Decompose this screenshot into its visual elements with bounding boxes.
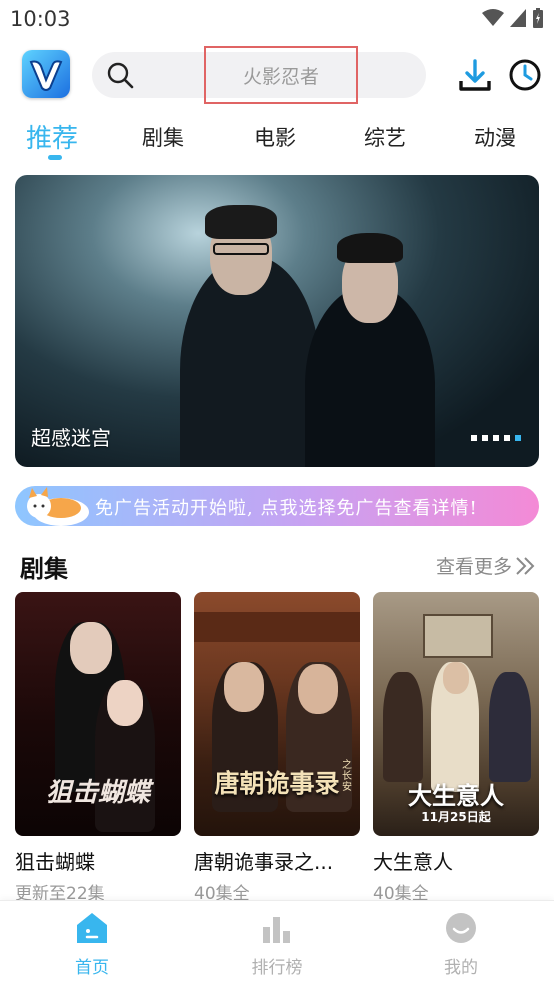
featured-banner[interactable]: 超感迷宫 <box>15 175 539 467</box>
search-input[interactable]: 火影忍者 <box>204 46 358 104</box>
wifi-icon <box>482 9 504 26</box>
view-more-label: 查看更多 <box>435 556 512 578</box>
banner-glasses <box>213 243 269 255</box>
banner-pagination <box>471 435 521 441</box>
banner-hair-right <box>337 233 403 263</box>
download-icon[interactable] <box>458 58 492 92</box>
poster-face <box>70 622 112 674</box>
poster-sign <box>423 614 493 658</box>
banner-title: 超感迷宫 <box>31 426 111 450</box>
tab-indicator <box>48 155 62 160</box>
banner-dot[interactable] <box>471 435 477 441</box>
poster-title: 唐朝诡事录 <box>214 769 340 798</box>
poster-face <box>298 664 338 714</box>
tab-recommend[interactable]: 推荐 <box>26 118 78 155</box>
nav-profile[interactable]: 我的 <box>401 911 521 978</box>
tab-movies[interactable]: 电影 <box>254 122 296 152</box>
series-card[interactable]: 唐朝诡事录 之长安 唐朝诡事录之... 40集全 <box>194 592 360 904</box>
status-time: 10:03 <box>10 7 71 31</box>
nav-home-label: 首页 <box>75 958 109 978</box>
series-poster[interactable]: 唐朝诡事录 之长安 <box>194 592 360 836</box>
tab-anime[interactable]: 动漫 <box>474 122 516 152</box>
card-title: 唐朝诡事录之... <box>194 850 334 874</box>
poster-figure <box>383 672 423 782</box>
search-icon <box>107 62 134 89</box>
view-more-link[interactable]: 查看更多 <box>436 552 536 579</box>
series-card[interactable]: 大生意人 11月25日起 大生意人 40集全 <box>373 592 539 904</box>
battery-icon <box>533 8 543 28</box>
logo-v-icon <box>29 60 63 91</box>
profile-icon <box>446 913 476 943</box>
banner-hair-left <box>205 205 277 239</box>
tab-variety[interactable]: 综艺 <box>364 122 406 152</box>
poster-figure <box>489 672 531 782</box>
ad-free-promo-banner[interactable]: 免广告活动开始啦, 点我选择免广告查看详情! <box>15 486 539 526</box>
cat-icon <box>27 487 89 526</box>
series-poster[interactable]: 大生意人 11月25日起 <box>373 592 539 836</box>
poster-face <box>224 662 264 712</box>
status-bar: 10:03 <box>0 0 554 40</box>
bottom-navigation: 首页 排行榜 我的 <box>0 900 554 984</box>
banner-dot[interactable] <box>504 435 510 441</box>
search-bar[interactable]: 火影忍者 <box>92 46 426 104</box>
home-icon <box>77 913 107 943</box>
nav-ranking-label: 排行榜 <box>251 958 303 978</box>
poster-roof <box>194 612 360 642</box>
signal-icon <box>510 9 526 27</box>
poster-title: 大生意人 <box>408 781 504 810</box>
category-tabs: 推荐 剧集 电影 综艺 动漫 <box>0 112 554 162</box>
banner-dot-active[interactable] <box>515 435 521 441</box>
status-icons <box>482 8 544 28</box>
poster-date: 11月25日起 <box>421 810 491 824</box>
poster-face <box>107 680 143 726</box>
series-card[interactable]: 狙击蝴蝶 狙击蝴蝶 更新至22集 <box>15 592 181 904</box>
history-icon[interactable] <box>508 58 542 92</box>
card-title: 狙击蝴蝶 <box>15 850 95 874</box>
poster-title: 狙击蝴蝶 <box>45 778 150 808</box>
banner-dot[interactable] <box>482 435 488 441</box>
ranking-icon <box>263 917 290 943</box>
poster-face <box>443 662 469 694</box>
nav-ranking[interactable]: 排行榜 <box>217 911 337 978</box>
card-title: 大生意人 <box>373 850 453 874</box>
section-title: 剧集 <box>20 555 68 583</box>
double-chevron-right-icon <box>516 556 535 575</box>
promo-text: 免广告活动开始啦, 点我选择免广告查看详情! <box>95 498 478 519</box>
app-logo[interactable] <box>22 50 70 98</box>
nav-profile-label: 我的 <box>444 958 478 978</box>
poster-subtitle: 之长安 <box>342 760 352 793</box>
banner-dot[interactable] <box>493 435 499 441</box>
series-poster[interactable]: 狙击蝴蝶 <box>15 592 181 836</box>
nav-home[interactable]: 首页 <box>32 911 152 978</box>
tab-series[interactable]: 剧集 <box>142 122 184 152</box>
